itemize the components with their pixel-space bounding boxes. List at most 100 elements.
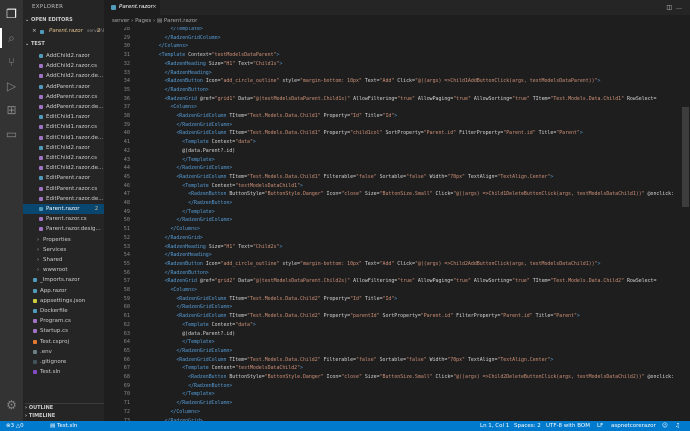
file-tree-item[interactable]: EditParent.razor: [23, 173, 104, 183]
code-line[interactable]: </RadzenGridColumn>: [141, 216, 232, 225]
file-tree-item[interactable]: _Imports.razor: [23, 275, 104, 285]
code-line[interactable]: <RadzenButton Icon="add_circle_outline" …: [141, 77, 601, 86]
code-line[interactable]: <Columns>: [141, 103, 197, 112]
code-line[interactable]: </RadzenButton>: [141, 382, 232, 391]
scroll-thumb[interactable]: [682, 107, 689, 207]
close-icon[interactable]: ×: [32, 26, 37, 37]
code-line[interactable]: @(data.Parent?.id): [141, 147, 235, 156]
code-line[interactable]: </Columns>: [141, 225, 199, 234]
code-line[interactable]: <Template Context="data">: [141, 138, 256, 147]
extensions-icon[interactable]: ⊞: [4, 103, 19, 118]
indentation[interactable]: Spaces: 2: [514, 421, 541, 431]
code-line[interactable]: </RadzenButton>: [141, 199, 232, 208]
file-tree-item[interactable]: .env: [23, 347, 104, 357]
code-area[interactable]: </Template> </RadzenGridColumn> </Column…: [141, 27, 681, 421]
more-actions-icon[interactable]: …: [676, 4, 686, 11]
encoding[interactable]: UTF-8 with BOM: [546, 421, 590, 431]
code-line[interactable]: </RadzenHeading>: [141, 251, 212, 260]
code-line[interactable]: </RadzenGridColumn>: [141, 164, 232, 173]
solution-indicator[interactable]: ▤ Test.sln: [50, 421, 77, 431]
file-tree-item[interactable]: AddChild2.razor.de...: [23, 71, 104, 81]
code-line[interactable]: <RadzenGrid @ref="grid1" Data="@(testMod…: [141, 95, 657, 104]
file-tree-item[interactable]: Test.sln: [23, 367, 104, 377]
source-control-icon[interactable]: ⑂: [4, 55, 19, 70]
code-line[interactable]: </Template>: [141, 156, 214, 165]
code-line[interactable]: </RadzenGridColumn>: [141, 399, 232, 408]
editor-scrollbar[interactable]: [680, 27, 690, 421]
code-line[interactable]: <RadzenGridColumn TItem="Test.Models.Dat…: [141, 112, 397, 121]
code-line[interactable]: <RadzenButton ButtonStyle="ButtonStyle.D…: [141, 190, 674, 199]
problems-indicator[interactable]: ⊗3 △0: [6, 421, 24, 431]
code-line[interactable]: </RadzenGridColumn>: [141, 34, 221, 43]
file-tree-item[interactable]: EditChild1.razor.de...: [23, 133, 104, 143]
code-line[interactable]: <RadzenHeading Size="H1" Text="Child2s">: [141, 243, 283, 252]
breadcrumb[interactable]: server › Pages › ▤ Parent.razor: [104, 15, 690, 27]
close-icon[interactable]: ×: [152, 0, 157, 15]
code-line[interactable]: </Columns>: [141, 42, 188, 51]
file-tree-item[interactable]: AddParent.razor: [23, 82, 104, 92]
code-line[interactable]: <RadzenGridColumn TItem="Test.Models.Dat…: [141, 129, 582, 138]
folder-item[interactable]: › wwwroot: [23, 265, 104, 275]
file-tree-item[interactable]: appsettings.json: [23, 296, 104, 306]
file-tree-item[interactable]: Parent.razor 2: [23, 204, 104, 215]
code-line[interactable]: </Template>: [141, 338, 214, 347]
folder-item[interactable]: › Properties: [23, 235, 104, 245]
code-line[interactable]: <RadzenGridColumn TItem="Test.Models.Dat…: [141, 356, 553, 365]
code-line[interactable]: <Template Context="data">: [141, 321, 256, 330]
open-editors-header[interactable]: ⌄ OPEN EDITORS: [25, 17, 73, 23]
code-line[interactable]: @(data.Parent?.id): [141, 330, 235, 339]
outline-header[interactable]: › OUTLINE: [25, 403, 104, 411]
file-tree-item[interactable]: .gitignore: [23, 357, 104, 367]
file-tree-item[interactable]: Dockerfile: [23, 306, 104, 316]
code-line[interactable]: </RadzenButton>: [141, 86, 209, 95]
file-tree-item[interactable]: EditChild1.razor.cs: [23, 122, 104, 132]
code-line[interactable]: </RadzenGridColumn>: [141, 347, 232, 356]
files-icon[interactable]: ❐: [4, 7, 19, 22]
file-tree-item[interactable]: AddParent.razor.de...: [23, 102, 104, 112]
code-line[interactable]: <RadzenGridColumn TItem="Test.Models.Dat…: [141, 173, 553, 182]
file-tree-item[interactable]: AddParent.razor.cs: [23, 92, 104, 102]
code-line[interactable]: </RadzenGrid>: [141, 234, 203, 243]
file-tree-item[interactable]: Startup.cs: [23, 326, 104, 336]
search-icon[interactable]: ⌕: [4, 31, 19, 46]
split-editor-icon[interactable]: ◫: [666, 4, 676, 11]
code-line[interactable]: </Template>: [141, 27, 202, 34]
code-line[interactable]: <Template Context="testModelsDataParent"…: [141, 51, 280, 60]
language-mode[interactable]: aspnetcorerazor: [611, 421, 656, 431]
code-line[interactable]: </Template>: [141, 390, 214, 399]
file-tree-item[interactable]: App.razor: [23, 286, 104, 296]
code-line[interactable]: </RadzenButton>: [141, 269, 209, 278]
code-line[interactable]: <Template Context="testModelsDataChild2"…: [141, 364, 303, 373]
tab-parent-razor[interactable]: Parent.razor ×: [104, 0, 160, 15]
folder-item[interactable]: › Shared: [23, 255, 104, 265]
code-line[interactable]: <RadzenButton Icon="add_circle_outline" …: [141, 260, 601, 269]
code-line[interactable]: <Columns>: [141, 286, 197, 295]
folder-item[interactable]: › Services: [23, 245, 104, 255]
timeline-header[interactable]: › TIMELINE: [25, 413, 55, 419]
file-tree-item[interactable]: AddChild2.razor: [23, 51, 104, 61]
project-header[interactable]: ⌄ TEST: [25, 41, 45, 47]
remote-explorer-icon[interactable]: ▭: [4, 127, 19, 142]
code-line[interactable]: <Template Context="testModelsDataChild1"…: [141, 182, 303, 191]
file-tree-item[interactable]: EditChild1.razor: [23, 112, 104, 122]
code-line[interactable]: </Template>: [141, 208, 214, 217]
file-tree-item[interactable]: AddChild2.razor.cs: [23, 61, 104, 71]
code-line[interactable]: </Columns>: [141, 408, 199, 417]
code-line[interactable]: <RadzenButton ButtonStyle="ButtonStyle.D…: [141, 373, 674, 382]
code-line[interactable]: </RadzenGridColumn>: [141, 121, 232, 130]
line-ending[interactable]: LF: [597, 421, 603, 431]
file-tree-item[interactable]: Test.csproj: [23, 337, 104, 347]
code-line[interactable]: <RadzenHeading Size="H1" Text="Child1s">: [141, 60, 283, 69]
code-line[interactable]: </RadzenHeading>: [141, 69, 212, 78]
code-line[interactable]: <RadzenGrid @ref="grid2" Data="@(testMod…: [141, 277, 657, 286]
file-tree-item[interactable]: EditParent.razor.cs: [23, 184, 104, 194]
file-tree-item[interactable]: EditParent.razor.de...: [23, 194, 104, 204]
debug-icon[interactable]: ▷: [4, 79, 19, 94]
file-tree-item[interactable]: EditChild2.razor.de...: [23, 163, 104, 173]
feedback-icon[interactable]: ☺: [662, 421, 668, 431]
open-editor-item[interactable]: × Parent.razor server\Pages 2: [23, 26, 104, 37]
file-tree-item[interactable]: EditChild2.razor: [23, 143, 104, 153]
notifications-icon[interactable]: ♫: [675, 421, 680, 431]
code-line[interactable]: <RadzenGridColumn TItem="Test.Models.Dat…: [141, 295, 397, 304]
file-tree-item[interactable]: Parent.razor.cs: [23, 214, 104, 224]
